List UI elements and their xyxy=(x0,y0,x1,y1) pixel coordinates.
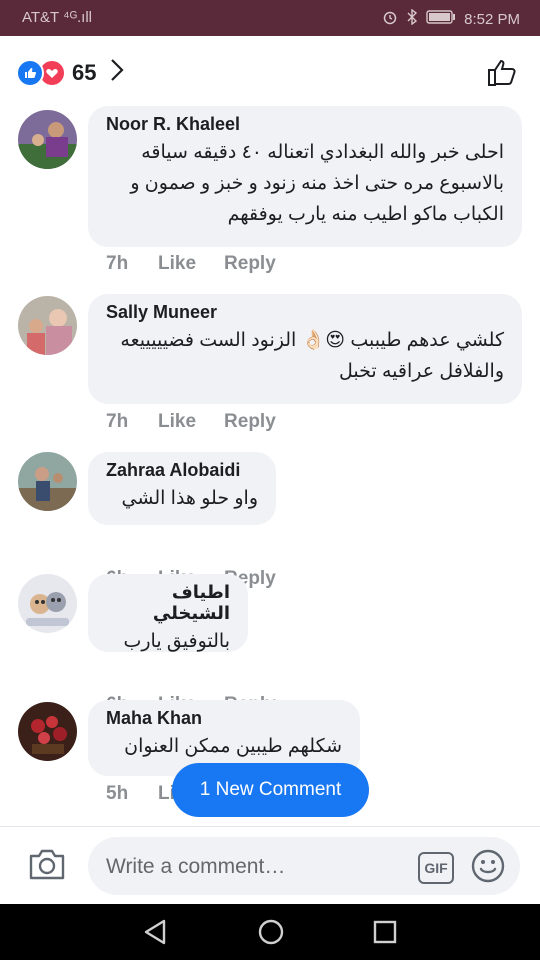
like-button[interactable]: Like xyxy=(158,253,196,275)
comment-text: واو حلو هذا الشي xyxy=(121,488,258,509)
commenter-name[interactable]: Maha Khan xyxy=(106,708,342,729)
alarm-icon xyxy=(382,9,398,29)
avatar[interactable] xyxy=(18,110,77,169)
comment-meta: 7h Like Reply xyxy=(106,253,304,275)
reply-button[interactable]: Reply xyxy=(224,411,276,433)
reply-button[interactable]: Reply xyxy=(224,253,276,275)
comment-time: 7h xyxy=(106,411,129,432)
comment-composer: Write a comment… GIF xyxy=(0,826,540,904)
commenter-name[interactable]: Zahraa Alobaidi xyxy=(106,460,258,481)
reactions-summary[interactable]: 65 xyxy=(16,58,125,87)
comment-text: احلى خبر والله البغدادي اتعناله ٤٠ دقيقه… xyxy=(130,142,504,225)
reaction-count: 65 xyxy=(72,59,97,85)
system-nav-bar xyxy=(0,904,540,960)
gif-button[interactable]: GIF xyxy=(418,852,454,884)
comment-text: بالتوفيق يارب xyxy=(123,631,231,652)
reactions-header: 65 xyxy=(0,36,540,106)
comment-bubble[interactable]: Zahraa Alobaidi واو حلو هذا الشي xyxy=(88,452,276,525)
recents-icon[interactable] xyxy=(372,918,398,951)
commenter-name[interactable]: اطياف الشيخلي xyxy=(106,582,230,624)
status-bar: AT&T ⁴ᴳ.ıll 8:52 PM xyxy=(0,0,540,36)
like-reaction-icon xyxy=(16,58,44,87)
emoji-icon[interactable] xyxy=(471,849,505,888)
chevron-right-icon[interactable] xyxy=(110,58,125,87)
like-thumb-icon[interactable] xyxy=(486,56,518,93)
home-icon[interactable] xyxy=(257,918,285,951)
bluetooth-icon xyxy=(406,8,418,29)
comment-input[interactable]: Write a comment… GIF xyxy=(88,837,520,895)
camera-icon[interactable] xyxy=(28,847,66,886)
comment-time: 7h xyxy=(106,253,129,274)
comment-time: 5h xyxy=(106,783,129,804)
new-comment-button[interactable]: 1 New Comment xyxy=(172,763,369,817)
comment-text: شكلهم طيبين ممكن العنوان xyxy=(124,736,342,757)
avatar[interactable] xyxy=(18,702,77,761)
back-icon[interactable] xyxy=(142,918,168,951)
avatar[interactable] xyxy=(18,296,77,355)
commenter-name[interactable]: Sally Muneer xyxy=(106,302,504,323)
comment-placeholder: Write a comment… xyxy=(106,855,286,878)
comments-sheet: 65 Noor R. Khaleel احلى خبر والله البغدا… xyxy=(0,36,540,904)
avatar[interactable] xyxy=(18,574,77,633)
carrier-label: AT&T ⁴ᴳ.ıll xyxy=(22,9,93,26)
clock: 8:52 PM xyxy=(464,10,520,28)
battery-icon xyxy=(426,10,456,28)
comment-bubble[interactable]: اطياف الشيخلي بالتوفيق يارب xyxy=(88,574,248,652)
comment-meta: 7h Like Reply xyxy=(106,411,304,433)
avatar[interactable] xyxy=(18,452,77,511)
comment-bubble[interactable]: Noor R. Khaleel احلى خبر والله البغدادي … xyxy=(88,106,522,247)
comment-text: كلشي عدهم طيببب 😍👌🏻 الزنود الست فضيييييع… xyxy=(120,330,504,382)
comment-bubble[interactable]: Sally Muneer كلشي عدهم طيببب 😍👌🏻 الزنود … xyxy=(88,294,522,404)
like-button[interactable]: Like xyxy=(158,411,196,433)
commenter-name[interactable]: Noor R. Khaleel xyxy=(106,114,504,135)
